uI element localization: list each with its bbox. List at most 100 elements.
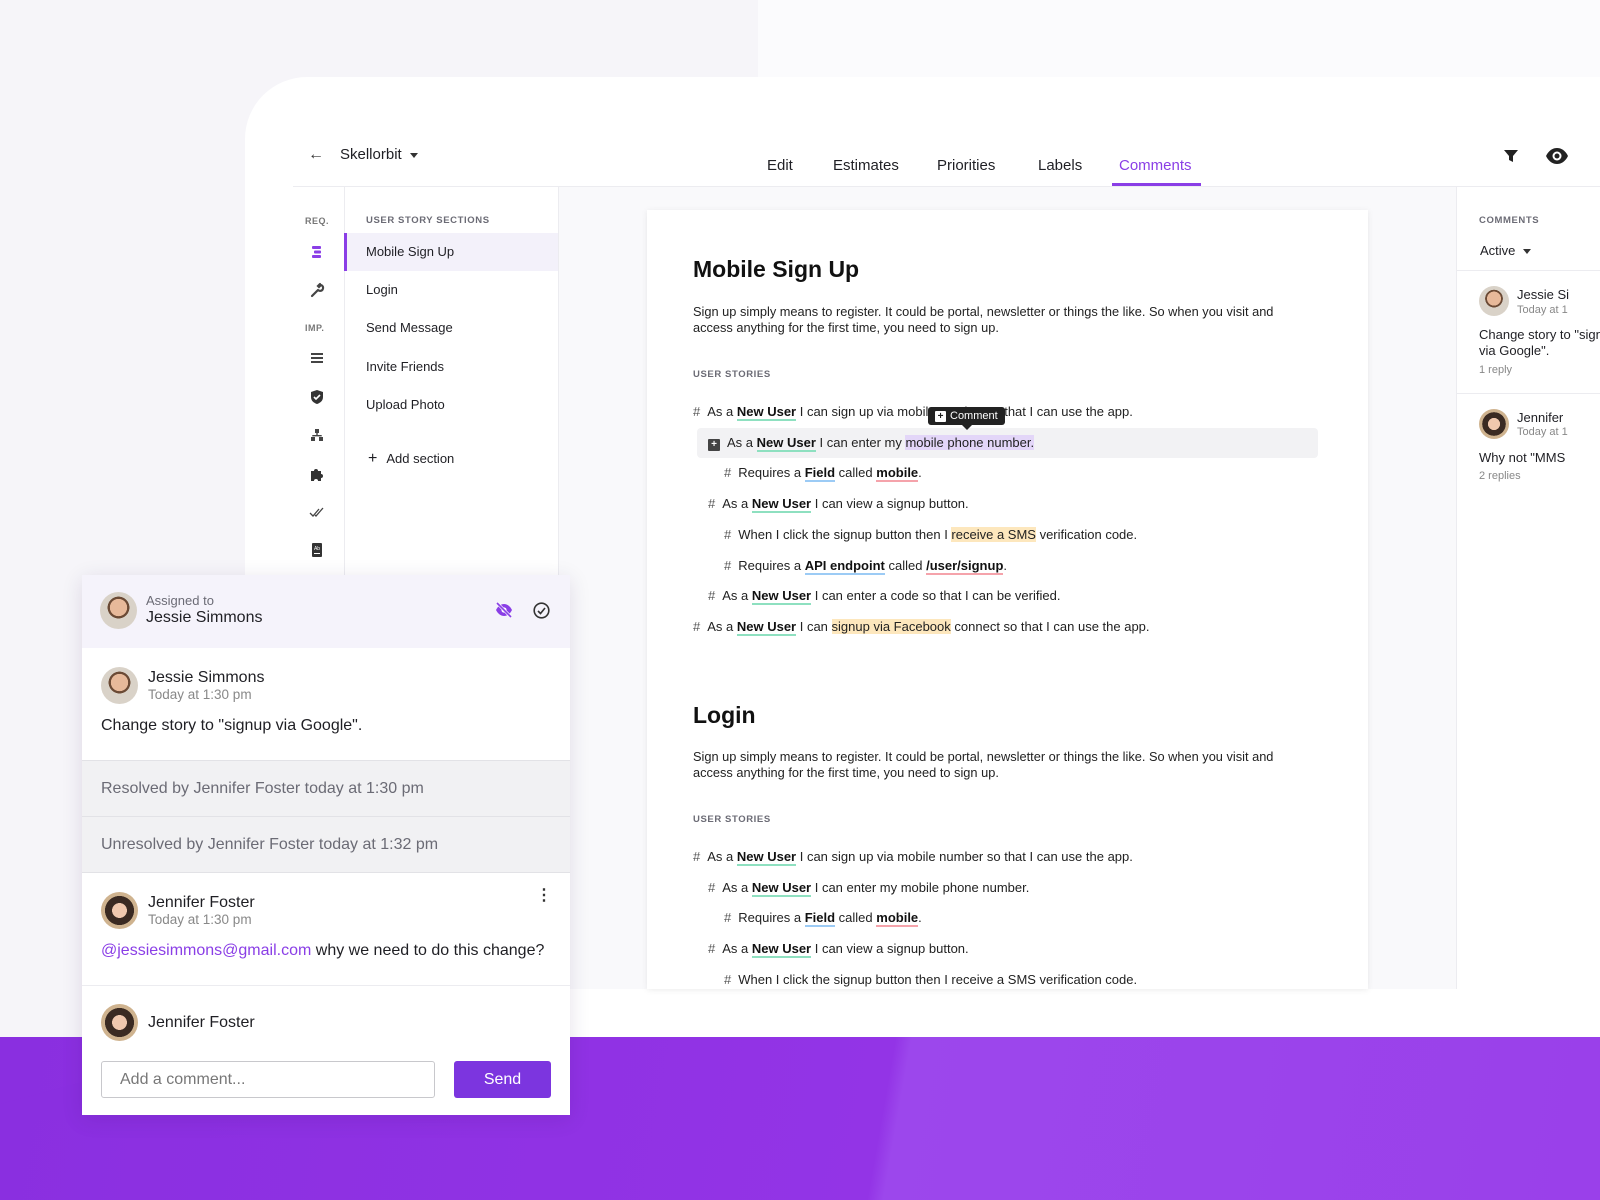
composer-name: Jennifer Foster [148, 1014, 255, 1031]
comment-author: Jessie Simmons [148, 669, 265, 686]
story-text: . [918, 910, 922, 926]
highlighted-text[interactable]: signup via Facebook [831, 618, 951, 634]
entity-tag[interactable]: New User [751, 879, 812, 897]
value-tag[interactable]: mobile [876, 465, 919, 483]
comment-input[interactable] [101, 1061, 435, 1098]
comment-replies[interactable]: 1 reply [1479, 364, 1512, 376]
more-options-icon[interactable]: ⋮ [536, 888, 552, 904]
user-story[interactable]: # As a New User I can sign up via mobile … [693, 402, 1133, 422]
section-item-upload-photo[interactable]: Upload Photo [344, 386, 558, 424]
story-text: I can view a signup button. [811, 941, 969, 957]
hash-icon[interactable]: # [724, 910, 731, 925]
story-text: As a [707, 404, 737, 419]
user-story[interactable]: # As a New User I can enter a code so tha… [708, 586, 1060, 606]
tab-edit[interactable]: Edit [767, 157, 793, 174]
comment-replies[interactable]: 2 replies [1479, 470, 1521, 482]
entity-tag[interactable]: New User [736, 618, 797, 636]
add-section-button[interactable]: + Add section [368, 450, 454, 468]
story-text: Requires a [738, 910, 805, 926]
comment-text[interactable]: Change story to "signup via Google". [1479, 327, 1600, 359]
user-story[interactable]: # Requires a API endpoint called /user/si… [724, 556, 1007, 576]
hash-icon[interactable]: # [708, 588, 715, 603]
user-story[interactable]: # Requires a Field called mobile. [724, 908, 922, 928]
hash-icon[interactable]: # [693, 849, 700, 864]
user-stories-heading: USER STORIES [693, 814, 771, 825]
double-check-icon[interactable] [309, 504, 325, 520]
user-story[interactable]: # As a New User I can sign up via mobile … [693, 847, 1133, 867]
comment-time: Today at 1 [1517, 426, 1568, 438]
entity-tag[interactable]: New User [751, 496, 812, 514]
filter-icon[interactable] [1503, 148, 1519, 169]
comment-text[interactable]: Why not "MMS [1479, 450, 1600, 466]
comment-body: why we need to do this change? [311, 942, 545, 959]
caret-down-icon [409, 152, 418, 158]
user-story[interactable]: + As a New User I can enter my mobile pho… [708, 433, 1035, 453]
tab-estimates[interactable]: Estimates [833, 157, 899, 174]
project-switcher[interactable]: Skellorbit [340, 146, 418, 163]
tab-priorities[interactable]: Priorities [937, 157, 995, 174]
story-text: As a [722, 941, 752, 957]
field-tag[interactable]: API endpoint [804, 557, 885, 575]
user-story[interactable]: # As a New User I can view a signup butto… [708, 494, 969, 514]
send-button[interactable]: Send [454, 1061, 551, 1098]
comments-filter-dropdown[interactable]: Active [1480, 243, 1532, 258]
comment-time: Today at 1:30 pm [148, 912, 252, 927]
assigned-label: Assigned to [146, 593, 214, 608]
user-story[interactable]: # Requires a Field called mobile. [724, 463, 922, 483]
hash-icon[interactable]: # [724, 972, 731, 987]
section-item-invite-friends[interactable]: Invite Friends [344, 348, 558, 386]
hash-icon[interactable]: # [708, 941, 715, 956]
tab-comments[interactable]: Comments [1119, 157, 1192, 174]
section-item-send-message[interactable]: Send Message [344, 309, 558, 347]
user-story[interactable]: # When I click the signup button then I r… [724, 970, 1137, 990]
highlighted-text[interactable]: receive a SMS [951, 526, 1036, 542]
entity-tag[interactable]: New User [756, 434, 816, 452]
tab-labels[interactable]: Labels [1038, 157, 1082, 174]
hash-icon[interactable]: # [724, 465, 731, 480]
value-tag[interactable]: /user/signup [926, 557, 1004, 575]
user-story[interactable]: # As a New User I can view a signup butto… [708, 939, 969, 959]
puzzle-icon[interactable] [309, 466, 325, 482]
eye-off-icon[interactable] [495, 601, 513, 623]
user-story[interactable]: # As a New User I can signup via Facebook… [693, 617, 1150, 637]
section-item-mobile-sign-up[interactable]: Mobile Sign Up [344, 233, 558, 271]
list-icon[interactable] [309, 350, 325, 366]
user-story[interactable]: # As a New User I can enter my mobile pho… [708, 878, 1029, 898]
comment-text: Change story to "signup via Google". [101, 717, 363, 734]
wrench-icon[interactable] [309, 282, 325, 298]
comment-tooltip[interactable]: + Comment [928, 407, 1005, 430]
stack-icon[interactable] [309, 244, 325, 260]
story-text: As a [722, 496, 752, 512]
hash-icon[interactable]: # [693, 404, 700, 419]
hash-icon[interactable]: # [708, 496, 715, 511]
eye-icon[interactable] [1545, 147, 1569, 170]
comment-time: Today at 1:30 pm [148, 687, 252, 702]
resolve-check-icon[interactable] [533, 602, 550, 624]
entity-tag[interactable]: New User [736, 404, 797, 421]
hash-icon[interactable]: # [693, 619, 700, 634]
field-tag[interactable]: Field [804, 465, 836, 483]
comment-author: Jennifer [1517, 410, 1564, 425]
shield-check-icon[interactable] [309, 389, 325, 405]
story-text: Requires a [738, 465, 805, 481]
highlighted-text[interactable]: mobile phone number. [905, 434, 1035, 450]
hash-icon[interactable]: # [724, 527, 731, 542]
section-item-login[interactable]: Login [344, 271, 558, 309]
dictionary-icon[interactable]: Ab [309, 542, 325, 558]
user-story[interactable]: # When I click the signup button then I r… [724, 525, 1137, 545]
value-tag[interactable]: mobile [876, 910, 919, 928]
entity-tag[interactable]: New User [751, 941, 812, 959]
imp-label: IMP. [305, 323, 325, 333]
avatar [101, 667, 138, 704]
hash-icon[interactable]: # [724, 558, 731, 573]
story-text: I can enter my mobile phone number. [811, 879, 1030, 895]
plus-icon: + [368, 450, 378, 467]
entity-tag[interactable]: New User [736, 849, 797, 866]
back-arrow-icon[interactable]: ← [308, 146, 324, 164]
entity-tag[interactable]: New User [751, 588, 812, 606]
hash-icon[interactable]: # [708, 880, 715, 895]
add-comment-icon[interactable]: + [708, 435, 720, 451]
hierarchy-icon[interactable] [309, 427, 325, 443]
mention-link[interactable]: @jessiesimmons@gmail.com [101, 942, 311, 959]
field-tag[interactable]: Field [804, 910, 836, 928]
